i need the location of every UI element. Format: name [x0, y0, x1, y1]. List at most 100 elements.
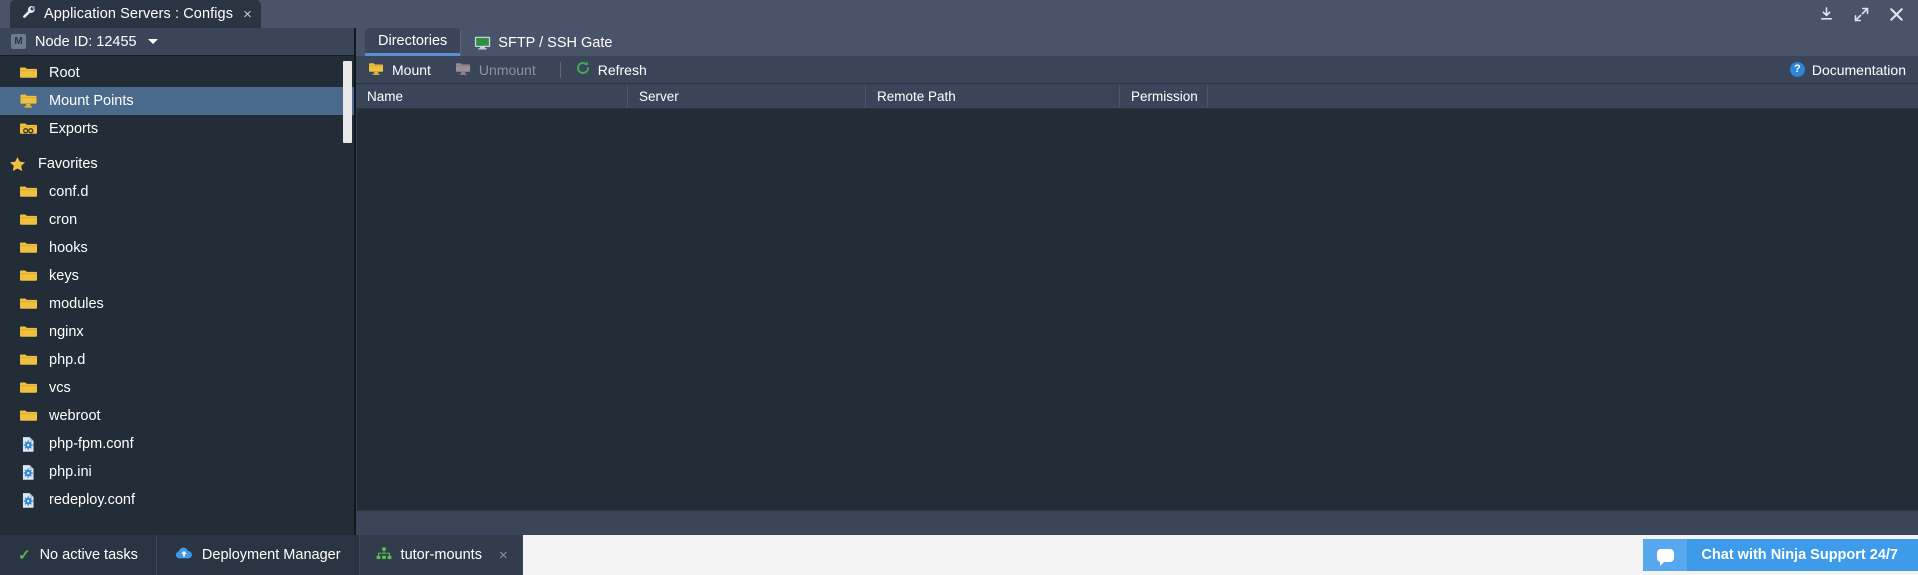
chat-bubble-icon [1643, 539, 1688, 571]
column-header-remote-path[interactable]: Remote Path [866, 84, 1120, 108]
toolbar-separator [559, 61, 561, 78]
folder-icon [19, 240, 38, 257]
window-tab[interactable]: Application Servers : Configs × [10, 0, 261, 28]
tree-item-webroot[interactable]: webroot [0, 402, 354, 430]
active-tasks-label: No active tasks [39, 547, 138, 563]
tree-item-php-fpm-conf[interactable]: php-fpm.conf [0, 430, 354, 458]
unmount-button-label: Unmount [478, 61, 536, 78]
tree-item-label: Exports [49, 121, 99, 137]
monitor-icon [474, 36, 491, 50]
tree-item-root[interactable]: Root [0, 59, 354, 87]
sidebar-scrollbar[interactable] [343, 59, 352, 510]
folder-icon [19, 296, 38, 313]
tree-item-php-d[interactable]: php.d [0, 346, 354, 374]
tree-item-label: Root [49, 65, 80, 81]
tree-item-label: Mount Points [49, 93, 134, 109]
tree-item-modules[interactable]: modules [0, 290, 354, 318]
download-icon[interactable] [1819, 6, 1834, 22]
window-title-label: Application Servers : Configs [44, 6, 234, 22]
close-icon[interactable] [1889, 7, 1904, 22]
tree-item-label: modules [49, 296, 104, 312]
config-file-icon [19, 436, 38, 453]
tree-item-nginx[interactable]: nginx [0, 318, 354, 346]
workspace: M Node ID: 12455 Root Mount Points Exports… [0, 28, 1918, 535]
folder-icon [19, 408, 38, 425]
mount-button-label: Mount [392, 61, 431, 78]
documentation-link[interactable]: ? Documentation [1789, 61, 1906, 78]
folder-icon [19, 380, 38, 397]
refresh-button-label: Refresh [597, 61, 647, 78]
file-tree-sidebar: M Node ID: 12455 Root Mount Points Exports… [0, 28, 356, 535]
chat-support-label: Chat with Ninja Support 24/7 [1701, 547, 1898, 563]
window-tab-close-icon[interactable]: × [243, 7, 252, 22]
unmount-folder-icon [455, 61, 472, 79]
column-header-label: Server [639, 88, 679, 104]
tree-item-keys[interactable]: keys [0, 262, 354, 290]
network-nodes-icon [376, 546, 392, 564]
statusbar: ✓ No active tasks Deployment Manager tut… [0, 535, 1918, 575]
refresh-icon [575, 60, 591, 79]
session-tab-label: tutor-mounts [400, 547, 482, 563]
expand-icon[interactable] [1854, 7, 1869, 22]
tree-item-label: webroot [49, 408, 101, 424]
panel-footer [356, 510, 1918, 535]
tab-label: SFTP / SSH Gate [498, 35, 613, 51]
config-file-icon [19, 464, 38, 481]
session-tab-tutor-mounts[interactable]: tutor-mounts × [359, 535, 523, 575]
mount-button[interactable]: Mount [368, 61, 443, 79]
tree-item-label: keys [49, 268, 79, 284]
column-header-label: Permission [1131, 88, 1198, 104]
grid-toolbar: Mount Unmount Refresh ? Documentation [356, 56, 1918, 84]
window-titlebar: Application Servers : Configs × [0, 0, 1918, 28]
unmount-button[interactable]: Unmount [455, 61, 548, 79]
column-header-spacer[interactable] [1208, 84, 1918, 108]
tab-label: Directories [378, 32, 448, 49]
tree-item-label: vcs [49, 380, 71, 396]
column-header-label: Remote Path [877, 88, 956, 104]
tree-item-label: php-fpm.conf [49, 436, 134, 452]
tree-item-label: Favorites [38, 156, 98, 172]
mounted-folder-icon [368, 61, 385, 79]
sidebar-scrollbar-thumb[interactable] [343, 61, 352, 143]
tab-sftp-ssh-gate[interactable]: SFTP / SSH Gate [460, 30, 626, 56]
documentation-label: Documentation [1811, 61, 1906, 78]
tree-item-label: redeploy.conf [49, 492, 135, 508]
config-file-icon [19, 492, 38, 509]
column-header-name[interactable]: Name [356, 84, 628, 108]
refresh-button[interactable]: Refresh [575, 60, 659, 79]
check-icon: ✓ [18, 547, 31, 564]
tree-item-label: conf.d [49, 184, 89, 200]
column-header-server[interactable]: Server [628, 84, 866, 108]
tree-item-redeploy-conf[interactable]: redeploy.conf [0, 486, 354, 514]
tab-directories[interactable]: Directories [365, 28, 461, 56]
tree-item-label: php.d [49, 352, 86, 368]
directory-tree[interactable]: Root Mount Points Exports Favorites conf.d cr… [0, 56, 354, 535]
exports-folder-icon [19, 121, 38, 138]
tree-item-exports[interactable]: Exports [0, 115, 354, 143]
deployment-manager-button[interactable]: Deployment Manager [157, 535, 360, 575]
tree-item-label: cron [49, 212, 78, 228]
grid-body[interactable] [356, 109, 1918, 510]
chat-support-button[interactable]: Chat with Ninja Support 24/7 [1643, 539, 1918, 571]
tree-item-vcs[interactable]: vcs [0, 374, 354, 402]
tree-item-label: php.ini [49, 464, 92, 480]
node-selector[interactable]: M Node ID: 12455 [0, 28, 354, 56]
tree-item-cron[interactable]: cron [0, 206, 354, 234]
tree-item-conf-d[interactable]: conf.d [0, 178, 354, 206]
chevron-down-icon[interactable] [147, 39, 158, 44]
grid-header-row: Name Server Remote Path Permission [356, 84, 1918, 109]
tree-item-php-ini[interactable]: php.ini [0, 458, 354, 486]
active-tasks-status[interactable]: ✓ No active tasks [0, 535, 157, 575]
tree-item-hooks[interactable]: hooks [0, 234, 354, 262]
window-controls [1819, 0, 1904, 28]
tree-item-label: nginx [49, 324, 84, 340]
tree-item-mount-points[interactable]: Mount Points [0, 87, 354, 115]
panel-tabstrip: Directories SFTP / SSH Gate [356, 28, 1918, 56]
tree-item-label: hooks [49, 240, 88, 256]
deployment-manager-label: Deployment Manager [201, 547, 341, 563]
column-header-permission[interactable]: Permission [1120, 84, 1208, 108]
tree-item-favorites[interactable]: Favorites [0, 150, 354, 178]
folder-icon [19, 352, 38, 369]
session-tab-close-icon[interactable]: × [499, 547, 508, 564]
